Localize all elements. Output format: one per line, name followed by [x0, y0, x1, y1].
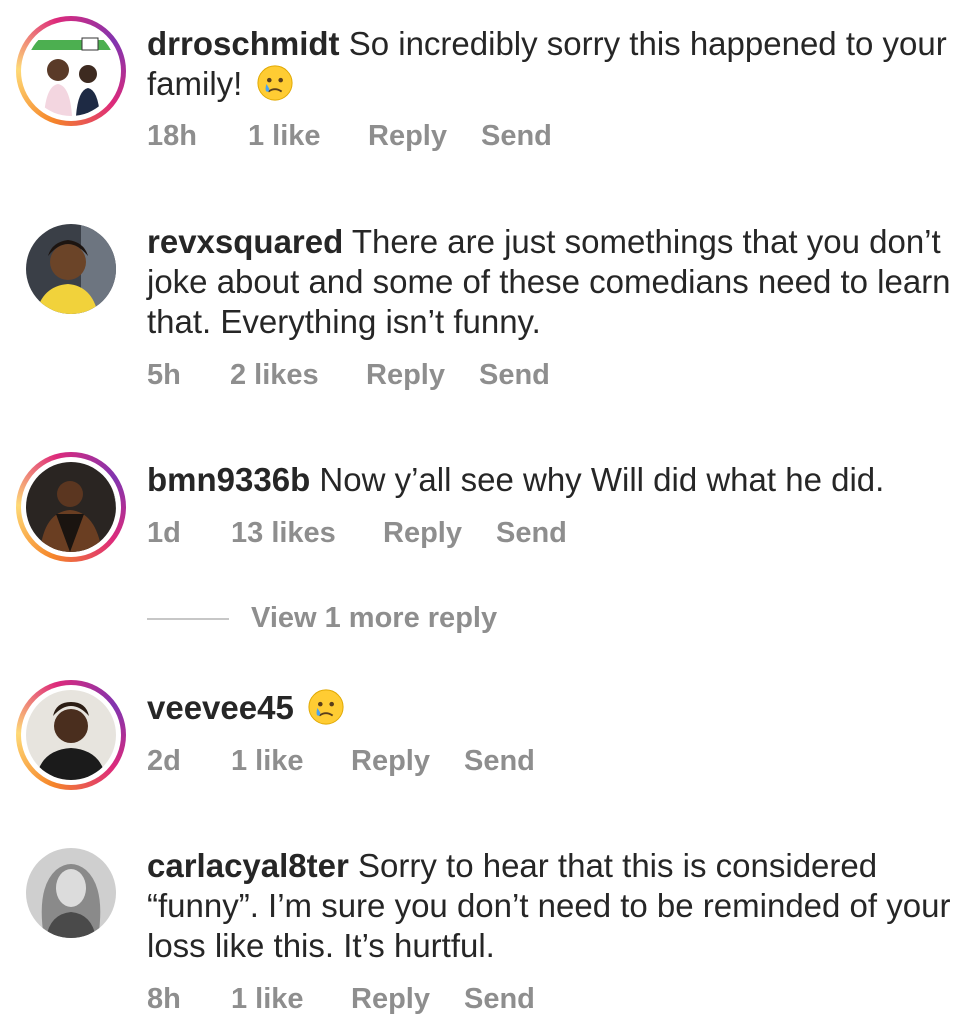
view-more-replies-label[interactable]: View 1 more reply — [251, 602, 497, 635]
send-button[interactable]: Send — [464, 745, 535, 778]
avatar-frame[interactable] — [16, 838, 126, 948]
likes-count[interactable]: 1 like — [248, 120, 321, 153]
comment-username[interactable]: bmn9336b — [147, 461, 310, 498]
comment-username[interactable]: carlacyal8ter — [147, 847, 349, 884]
reply-button[interactable]: Reply — [366, 359, 445, 392]
reply-button[interactable]: Reply — [368, 120, 447, 153]
reply-button[interactable]: Reply — [351, 983, 430, 1016]
likes-count[interactable]: 2 likes — [230, 359, 319, 392]
thread-divider — [147, 618, 229, 620]
comment-time: 8h — [147, 983, 181, 1015]
avatar-carlacyal8ter-icon[interactable] — [26, 848, 116, 938]
likes-count[interactable]: 1 like — [231, 745, 304, 778]
comment-time: 5h — [147, 359, 181, 391]
comment-text: veevee45 — [147, 688, 967, 728]
comment-text: bmn9336b Now y’all see why Will did what… — [147, 460, 967, 500]
comment-text: drroschmidt So incredibly sorry this hap… — [147, 24, 967, 104]
comment-username[interactable]: drroschmidt — [147, 25, 340, 62]
comment-text: revxsquared There are just somethings th… — [147, 222, 967, 342]
avatar-bmn9336b-icon[interactable] — [26, 462, 116, 552]
avatar-veevee45-icon[interactable] — [26, 690, 116, 780]
crying-face-icon — [256, 65, 293, 101]
story-ring[interactable] — [16, 680, 126, 790]
send-button[interactable]: Send — [464, 983, 535, 1016]
send-button[interactable]: Send — [481, 120, 552, 153]
comment-time: 2d — [147, 745, 181, 777]
likes-count[interactable]: 1 like — [231, 983, 304, 1016]
comment-time: 1d — [147, 517, 181, 549]
reply-button[interactable]: Reply — [383, 517, 462, 550]
avatar-revxsquared-icon[interactable] — [26, 224, 116, 314]
comment-body: Now y’all see why Will did what he did. — [319, 461, 885, 498]
likes-count[interactable]: 13 likes — [231, 517, 336, 550]
avatar-frame[interactable] — [16, 214, 126, 324]
story-ring[interactable] — [16, 452, 126, 562]
comment-text: carlacyal8ter Sorry to hear that this is… — [147, 846, 967, 966]
crying-face-icon — [308, 689, 344, 725]
comment-username[interactable]: revxsquared — [147, 223, 343, 260]
avatar-drroschmidt-icon[interactable] — [26, 26, 116, 116]
reply-button[interactable]: Reply — [351, 745, 430, 778]
comment-time: 18h — [147, 120, 197, 152]
comment-username[interactable]: veevee45 — [147, 689, 294, 726]
send-button[interactable]: Send — [479, 359, 550, 392]
story-ring[interactable] — [16, 16, 126, 126]
send-button[interactable]: Send — [496, 517, 567, 550]
